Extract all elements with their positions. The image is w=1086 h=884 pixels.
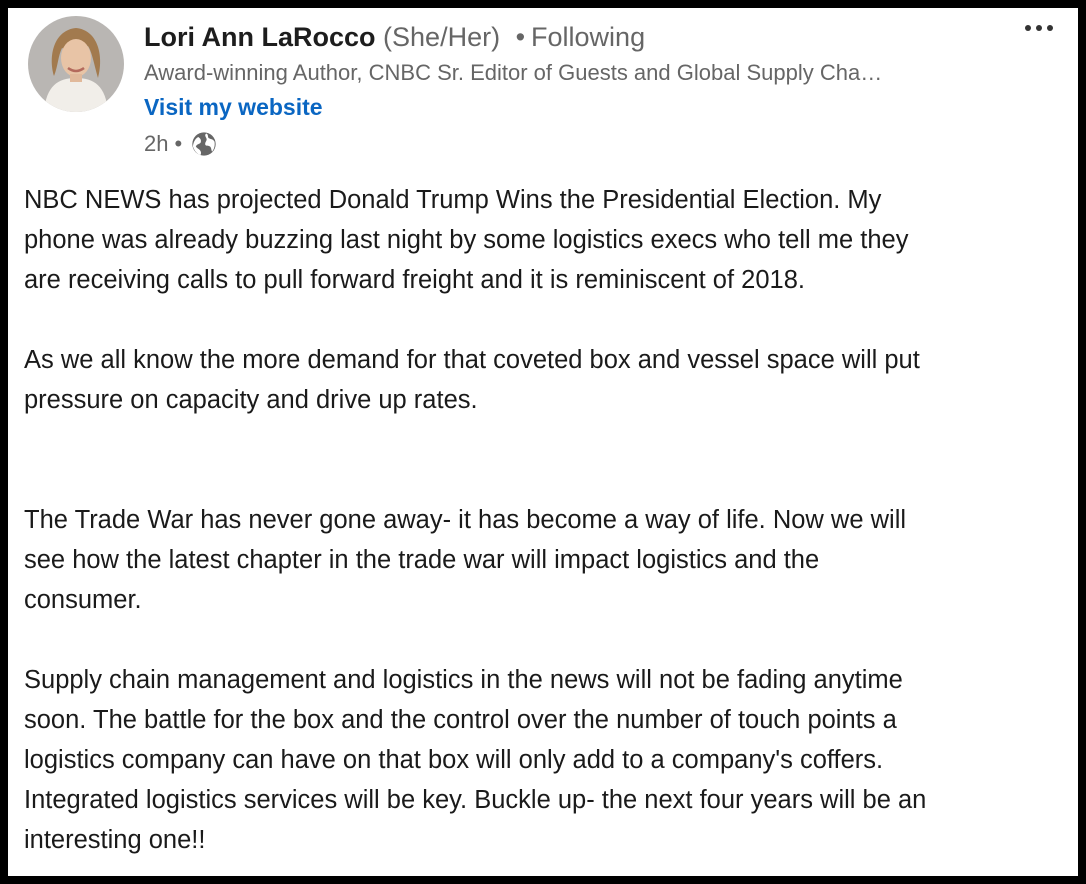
globe-icon: [190, 130, 218, 158]
meta-separator: •: [174, 131, 183, 156]
name-separator: •: [515, 22, 526, 52]
author-headline: Award-winning Author, CNBC Sr. Editor of…: [144, 60, 883, 85]
post-body: NBC NEWS has projected Donald Trump Wins…: [24, 180, 1064, 860]
author-avatar[interactable]: [28, 16, 124, 112]
author-name[interactable]: Lori Ann LaRocco: [144, 22, 376, 52]
post-paragraph: NBC NEWS has projected Donald Trump Wins…: [24, 186, 909, 294]
more-options-icon[interactable]: [1020, 16, 1060, 40]
post-meta: 2h •: [144, 128, 218, 160]
follow-status: Following: [531, 22, 646, 52]
post-paragraph: Supply chain management and logistics in…: [24, 666, 927, 854]
visit-website-link[interactable]: Visit my website: [144, 92, 323, 122]
post-paragraph: As we all know the more demand for that …: [24, 346, 920, 414]
author-name-line: Lori Ann LaRocco (She/Her) • Following: [144, 20, 645, 54]
post-time: 2h: [144, 131, 169, 156]
post-card: Lori Ann LaRocco (She/Her) • Following Aw…: [8, 8, 1078, 876]
author-pronouns: (She/Her): [383, 22, 501, 52]
avatar-photo: [28, 16, 124, 112]
post-paragraph: The Trade War has never gone away- it ha…: [24, 506, 907, 614]
